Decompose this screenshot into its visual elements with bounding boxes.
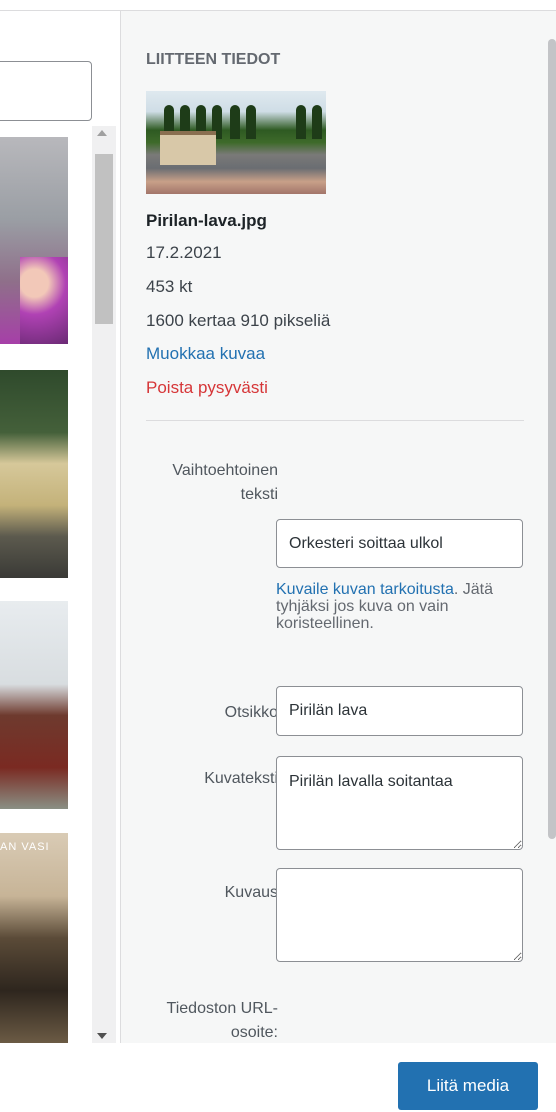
media-thumbnail[interactable] <box>0 370 68 578</box>
attachment-dimensions: 1600 kertaa 910 pikseliä <box>146 311 331 330</box>
insert-media-button[interactable]: Liitä media <box>398 1062 538 1110</box>
title-input[interactable] <box>276 686 523 736</box>
media-library-grid: AN VASI <box>0 11 120 1043</box>
caption-textarea[interactable]: Pirilän lavalla soitantaa <box>276 756 523 850</box>
scroll-down-arrow-icon[interactable] <box>97 1033 107 1039</box>
scroll-up-arrow-icon[interactable] <box>97 130 107 136</box>
description-label: Kuvaus <box>224 884 278 901</box>
alt-text-label: Vaihtoehtoinen teksti <box>172 462 278 503</box>
file-url-label: Tiedoston URL-osoite: <box>166 1000 278 1041</box>
delete-permanently-link[interactable]: Poista pysyvästi <box>146 378 268 398</box>
thumbnail-overlay-text: AN VASI <box>0 841 50 853</box>
attachment-date: 17.2.2021 <box>146 243 222 262</box>
sidebar-scrollbar[interactable] <box>548 39 556 839</box>
attachment-filename: Pirilan-lava.jpg <box>146 211 267 230</box>
media-thumbnail[interactable] <box>0 601 68 809</box>
describe-purpose-link[interactable]: Kuvaile kuvan tarkoitusta <box>276 581 454 598</box>
caption-label: Kuvateksti <box>204 770 278 787</box>
alt-text-help: Kuvaile kuvan tarkoitusta. Jätä tyhjäksi… <box>276 581 526 632</box>
scrollbar-thumb[interactable] <box>95 154 113 324</box>
media-search-input[interactable] <box>0 61 92 121</box>
title-label: Otsikko <box>224 704 278 721</box>
description-textarea[interactable] <box>276 868 523 962</box>
library-scrollbar[interactable] <box>92 126 116 1043</box>
attachment-preview-image <box>146 91 326 194</box>
alt-text-input[interactable] <box>276 519 523 568</box>
attachment-details-heading: LIITTEEN TIEDOT <box>146 51 281 68</box>
attachment-details-sidebar: LIITTEEN TIEDOT Pirilan-lava.jpg 17.2.20… <box>120 11 556 1043</box>
media-thumbnail[interactable]: AN VASI <box>0 833 68 1043</box>
media-thumbnail[interactable] <box>0 137 68 344</box>
attachment-filesize: 453 kt <box>146 277 193 296</box>
details-divider <box>146 420 524 421</box>
edit-image-link[interactable]: Muokkaa kuvaa <box>146 344 265 364</box>
